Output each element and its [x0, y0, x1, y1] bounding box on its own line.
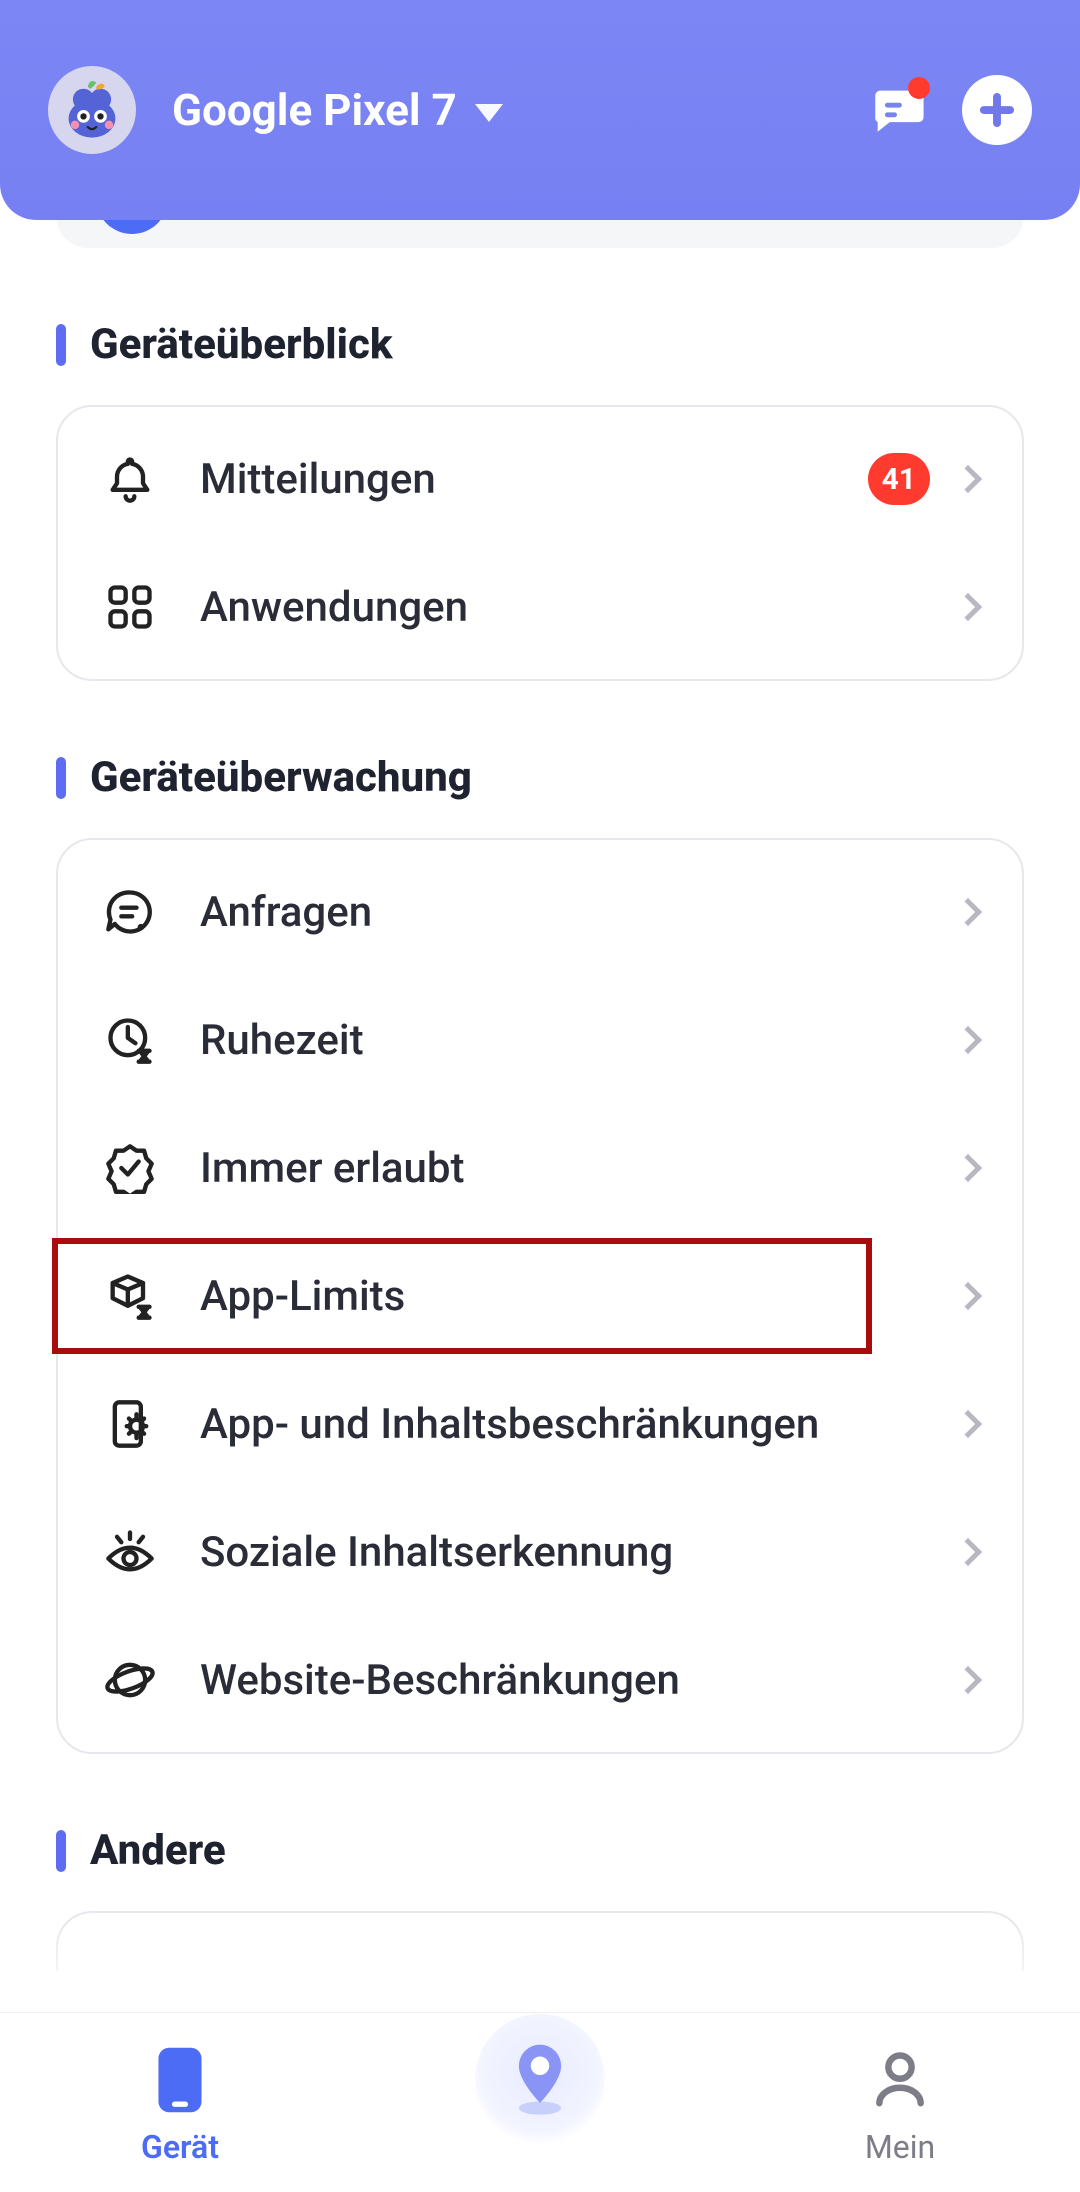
- always-allowed-label: Immer erlaubt: [200, 1144, 916, 1193]
- nav-device-label: Gerät: [141, 2128, 219, 2166]
- section-bar-icon: [56, 1830, 66, 1872]
- row-website-restrictions[interactable]: Website-Beschränkungen: [58, 1616, 1022, 1744]
- location-tab-icon: [475, 2014, 605, 2144]
- section-overview-title: Geräteüberblick: [56, 320, 1024, 369]
- row-content-restrictions[interactable]: App- und Inhaltsbeschränkungen: [58, 1360, 1022, 1488]
- social-detection-label: Soziale Inhaltserkennung: [200, 1528, 916, 1577]
- section-monitoring-label: Geräteüberwachung: [90, 753, 472, 802]
- section-monitoring-title: Geräteüberwachung: [56, 753, 1024, 802]
- nav-mine-label: Mein: [865, 2128, 935, 2166]
- chevron-right-icon: [954, 1538, 982, 1566]
- chevron-right-icon: [954, 593, 982, 621]
- planet-icon: [102, 1652, 158, 1708]
- profile-tab-icon: [869, 2040, 931, 2120]
- child-avatar[interactable]: [48, 66, 136, 154]
- notifications-label: Mitteilungen: [200, 455, 826, 504]
- other-card-peek: [56, 1911, 1024, 1971]
- section-overview-label: Geräteüberblick: [90, 320, 393, 369]
- overview-card: Mitteilungen 41 Anwendungen: [56, 405, 1024, 681]
- row-social-detection[interactable]: Soziale Inhaltserkennung: [58, 1488, 1022, 1616]
- messages-button[interactable]: [862, 75, 932, 145]
- chevron-right-icon: [954, 1026, 982, 1054]
- verified-badge-icon: [102, 1140, 158, 1196]
- section-other-label: Andere: [90, 1826, 226, 1875]
- device-name: Google Pixel 7: [172, 84, 457, 136]
- row-always-allowed[interactable]: Immer erlaubt: [58, 1104, 1022, 1232]
- row-notifications[interactable]: Mitteilungen 41: [58, 415, 1022, 543]
- notifications-count-badge: 41: [868, 453, 930, 505]
- requests-label: Anfragen: [200, 888, 916, 937]
- section-bar-icon: [56, 757, 66, 799]
- app-limits-label: App-Limits: [200, 1272, 916, 1321]
- monitoring-card: Anfragen Ruhezeit Immer erlaubt: [56, 838, 1024, 1754]
- app-header: Google Pixel 7: [0, 0, 1080, 220]
- chevron-right-icon: [954, 898, 982, 926]
- bottom-nav: Gerät Mein: [0, 2012, 1080, 2192]
- device-tab-icon: [152, 2040, 208, 2120]
- section-bar-icon: [56, 324, 66, 366]
- device-switcher[interactable]: Google Pixel 7: [172, 84, 503, 136]
- row-requests[interactable]: Anfragen: [58, 848, 1022, 976]
- request-bubble-icon: [102, 884, 158, 940]
- section-other-title: Andere: [56, 1826, 1024, 1875]
- row-app-limits[interactable]: App-Limits: [58, 1232, 1022, 1360]
- nav-device[interactable]: Gerät: [2, 2040, 358, 2166]
- chevron-right-icon: [954, 1154, 982, 1182]
- clock-hourglass-icon: [102, 1012, 158, 1068]
- box-hourglass-icon: [102, 1268, 158, 1324]
- main-content: Geräteüberblick Mitteilungen 41: [0, 208, 1080, 2171]
- chevron-right-icon: [954, 465, 982, 493]
- applications-label: Anwendungen: [200, 583, 916, 632]
- chevron-right-icon: [954, 1282, 982, 1310]
- avatar-berry-icon: [58, 76, 126, 144]
- apps-grid-icon: [102, 579, 158, 635]
- nav-mine[interactable]: Mein: [722, 2040, 1078, 2166]
- phone-gear-icon: [102, 1396, 158, 1452]
- messages-unread-dot: [908, 77, 930, 99]
- website-restrictions-label: Website-Beschränkungen: [200, 1656, 916, 1705]
- chevron-right-icon: [954, 1666, 982, 1694]
- plus-icon: [976, 89, 1018, 131]
- nav-location[interactable]: [362, 2062, 718, 2144]
- bell-icon: [102, 451, 158, 507]
- downtime-label: Ruhezeit: [200, 1016, 916, 1065]
- content-restrictions-label: App- und Inhaltsbeschränkungen: [200, 1400, 916, 1449]
- row-applications[interactable]: Anwendungen: [58, 543, 1022, 671]
- add-button[interactable]: [962, 75, 1032, 145]
- chevron-right-icon: [954, 1410, 982, 1438]
- dropdown-caret-icon: [475, 104, 503, 122]
- eye-rays-icon: [102, 1524, 158, 1580]
- row-downtime[interactable]: Ruhezeit: [58, 976, 1022, 1104]
